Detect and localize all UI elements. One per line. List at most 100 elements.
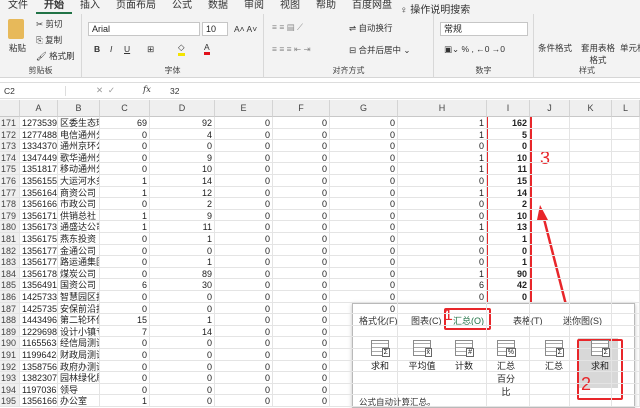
cell[interactable]: 11996428 xyxy=(20,349,58,361)
cell[interactable] xyxy=(530,221,570,233)
cell[interactable]: 0 xyxy=(215,186,273,199)
cell[interactable]: 0 xyxy=(215,302,273,315)
cell[interactable]: 0 xyxy=(273,140,330,152)
cell-sum[interactable]: 0 xyxy=(487,291,530,303)
cell[interactable]: 0 xyxy=(100,383,150,396)
cell[interactable] xyxy=(530,233,570,245)
cell[interactable]: 0 xyxy=(398,198,487,210)
column-header-L[interactable]: L xyxy=(612,100,640,117)
cell[interactable]: 设计小镇专 xyxy=(58,325,100,338)
cell[interactable]: 0 xyxy=(273,291,330,303)
cell[interactable]: 13474490 xyxy=(20,151,58,164)
cell[interactable]: 0 xyxy=(330,151,398,164)
select-all-corner[interactable] xyxy=(0,100,20,117)
row-header[interactable]: 190 xyxy=(0,337,20,349)
cell[interactable]: 0 xyxy=(330,186,398,199)
row-header[interactable]: 183 xyxy=(0,256,20,268)
cell[interactable]: 安保前沿指 xyxy=(58,302,100,315)
cell[interactable] xyxy=(330,395,398,407)
row-header[interactable]: 185 xyxy=(0,279,20,291)
cell[interactable] xyxy=(570,279,612,291)
cell[interactable]: 11 xyxy=(150,221,215,233)
cell[interactable]: 4 xyxy=(150,128,215,141)
cell[interactable] xyxy=(570,383,612,396)
cell[interactable] xyxy=(398,372,487,384)
cell[interactable]: 11970363 xyxy=(20,383,58,396)
cell[interactable]: 0 xyxy=(330,291,398,303)
cell[interactable] xyxy=(570,209,612,222)
column-header-F[interactable]: F xyxy=(273,100,330,117)
cell[interactable]: 14 xyxy=(150,325,215,338)
cell[interactable]: 9 xyxy=(150,209,215,222)
cell[interactable] xyxy=(612,117,640,129)
cell[interactable]: 0 xyxy=(330,209,398,222)
cell[interactable] xyxy=(398,314,487,326)
cell[interactable]: 0 xyxy=(398,140,487,152)
cell[interactable]: 0 xyxy=(215,325,273,338)
cell[interactable] xyxy=(570,233,612,245)
cell[interactable]: 1 xyxy=(100,175,150,187)
cell[interactable] xyxy=(330,314,398,326)
cell[interactable] xyxy=(530,244,570,257)
cell[interactable]: 0 xyxy=(273,267,330,280)
cell-sum[interactable]: 0 xyxy=(487,244,530,257)
cell[interactable]: 通盛达公司 xyxy=(58,221,100,233)
row-header[interactable]: 178 xyxy=(0,198,20,210)
cell[interactable]: 0 xyxy=(100,337,150,349)
cell[interactable] xyxy=(330,383,398,396)
cell[interactable] xyxy=(612,151,640,164)
cell[interactable]: 0 xyxy=(330,279,398,291)
cell[interactable]: 供销总社 xyxy=(58,209,100,222)
cell[interactable]: 0 xyxy=(215,117,273,129)
cell-sum[interactable]: 0 xyxy=(487,140,530,152)
cell[interactable]: 0 xyxy=(273,117,330,129)
cell[interactable]: 10 xyxy=(150,163,215,175)
row-header[interactable]: 176 xyxy=(0,175,20,187)
column-header-G[interactable]: G xyxy=(330,100,398,117)
cell[interactable]: 0 xyxy=(215,279,273,291)
row-header[interactable]: 182 xyxy=(0,244,20,257)
cell[interactable]: 0 xyxy=(215,267,273,280)
cell[interactable]: 9 xyxy=(150,151,215,164)
cell[interactable]: 0 xyxy=(150,140,215,152)
cell-sum[interactable]: 10 xyxy=(487,151,530,164)
row-header[interactable]: 181 xyxy=(0,233,20,245)
cell[interactable]: 15 xyxy=(100,314,150,326)
cell[interactable]: 0 xyxy=(100,198,150,210)
cell[interactable]: 燕东投资 xyxy=(58,233,100,245)
cell[interactable]: 0 xyxy=(273,151,330,164)
cell[interactable] xyxy=(612,163,640,175)
cell[interactable]: 0 xyxy=(150,372,215,384)
column-header-E[interactable]: E xyxy=(215,100,273,117)
cell[interactable]: 0 xyxy=(330,244,398,257)
cell[interactable]: 0 xyxy=(215,360,273,373)
cell[interactable] xyxy=(530,175,570,187)
cell-sum[interactable]: 42 xyxy=(487,279,530,291)
cell[interactable] xyxy=(530,291,570,303)
cell[interactable] xyxy=(612,186,640,199)
cell[interactable]: 第二轮环保 xyxy=(58,314,100,326)
cell[interactable]: 13561557 xyxy=(20,175,58,187)
cell[interactable]: 0 xyxy=(398,244,487,257)
cell[interactable] xyxy=(612,233,640,245)
cell[interactable]: 0 xyxy=(215,221,273,233)
cell[interactable]: 1 xyxy=(150,256,215,268)
cell[interactable]: 13561643 xyxy=(20,186,58,199)
column-header-I[interactable]: I xyxy=(487,100,530,117)
row-header[interactable]: 187 xyxy=(0,302,20,315)
cell[interactable]: 商资公司 xyxy=(58,186,100,199)
cell[interactable] xyxy=(530,198,570,210)
cell[interactable]: 0 xyxy=(150,383,215,396)
cell[interactable]: 6 xyxy=(100,279,150,291)
cell-sum[interactable]: 162 xyxy=(487,117,530,129)
cell-sum[interactable]: 11 xyxy=(487,163,530,175)
cell[interactable] xyxy=(530,256,570,268)
row-header[interactable]: 195 xyxy=(0,395,20,407)
cell[interactable]: 0 xyxy=(330,233,398,245)
row-header[interactable]: 175 xyxy=(0,163,20,175)
cell[interactable]: 经信局测试 xyxy=(58,337,100,349)
row-header[interactable]: 194 xyxy=(0,383,20,396)
cell[interactable] xyxy=(530,209,570,222)
cell[interactable]: 2 xyxy=(150,198,215,210)
cell[interactable]: 0 xyxy=(273,349,330,361)
